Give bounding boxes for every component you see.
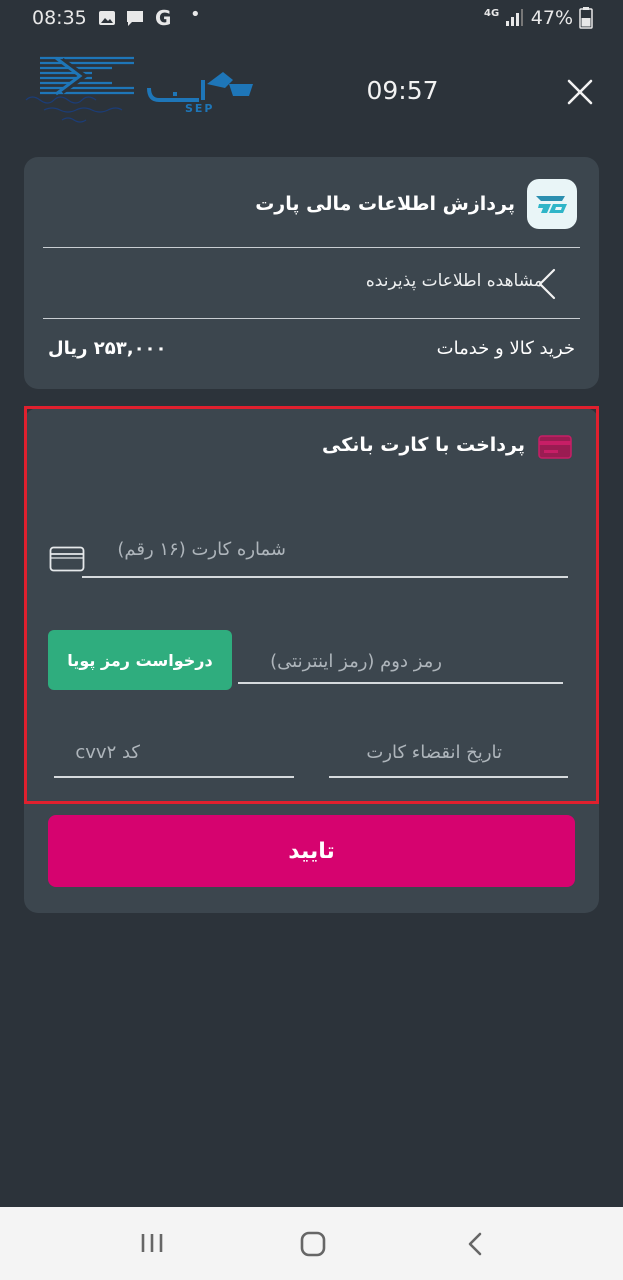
part-logo-icon xyxy=(536,196,567,213)
navigation-bar xyxy=(0,1207,623,1280)
divider xyxy=(43,247,580,248)
confirm-button[interactable]: تایید xyxy=(48,815,575,887)
shaparak-logo xyxy=(25,56,134,123)
status-bar: 08:35 G • 4G 47% xyxy=(0,0,623,38)
battery-icon xyxy=(579,7,593,29)
battery-percent: 47% xyxy=(530,7,573,29)
dot-icon: • xyxy=(190,4,201,25)
divider xyxy=(43,318,580,319)
merchant-name: پردازش اطلاعات مالی پارت xyxy=(255,193,515,215)
recent-apps-icon[interactable] xyxy=(139,1232,165,1254)
message-icon xyxy=(127,11,143,26)
merchant-card: پردازش اطلاعات مالی پارت مشاهده اطلاعات … xyxy=(24,157,599,389)
svg-text:SEP: SEP xyxy=(185,102,215,114)
network-type: 4G xyxy=(484,8,500,19)
status-time: 08:35 xyxy=(32,7,87,29)
close-icon[interactable] xyxy=(566,78,594,106)
payment-amount: ۲۵۳,۰۰۰ ریال xyxy=(48,338,167,359)
merchant-logo xyxy=(527,179,577,229)
view-merchant-info-row[interactable]: مشاهده اطلاعات پذیرنده xyxy=(43,252,580,310)
google-icon: G xyxy=(155,6,172,30)
signal-icon xyxy=(506,9,523,26)
back-icon[interactable] xyxy=(465,1231,485,1257)
chevron-left-icon xyxy=(538,268,556,300)
purchase-label: خرید کالا و خدمات xyxy=(436,338,575,359)
sep-logo: SEP xyxy=(147,72,253,114)
session-timer: 09:57 xyxy=(366,76,439,105)
gallery-icon xyxy=(99,11,115,25)
home-icon[interactable] xyxy=(300,1231,326,1257)
view-merchant-info-label: مشاهده اطلاعات پذیرنده xyxy=(365,271,543,291)
highlight-frame xyxy=(24,406,599,804)
